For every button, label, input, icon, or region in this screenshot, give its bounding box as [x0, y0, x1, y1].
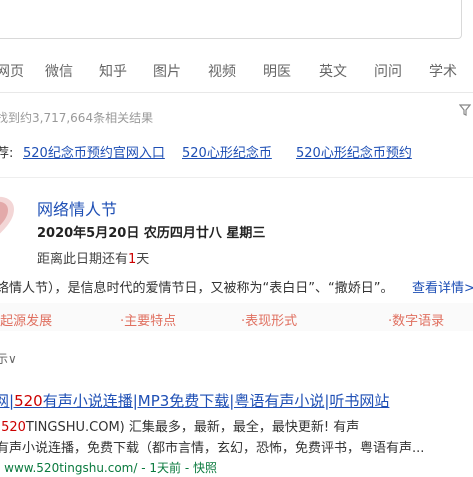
tab-web[interactable]: 网页	[0, 61, 24, 81]
card-title[interactable]: 网络情人节	[37, 196, 117, 220]
tag-forms-label: 表现形式	[245, 314, 298, 329]
tab-video[interactable]: 视频	[208, 61, 236, 81]
tag-origin[interactable]: ·起源发展	[0, 310, 52, 329]
result-snippet-line1: (520TINGSHU.COM) 汇集最多，最新，最全，最快更新! 有声	[0, 416, 359, 435]
related-link-2[interactable]: 520心形纪念币	[182, 142, 272, 161]
card-description: 络情人节），是信息时代的爱情节日，又被称为“表白日”、“撒娇日”。	[0, 281, 394, 296]
expand-toggle[interactable]: 示∨	[0, 350, 17, 367]
section-divider	[0, 177, 473, 178]
result-title-post: 有声小说连播|MP3免费下载|粤语有声小说|听书网站	[42, 392, 390, 410]
tab-mingyi[interactable]: 明医	[263, 61, 291, 81]
related-link-3[interactable]: 520心形纪念币预约	[296, 142, 412, 161]
tag-forms[interactable]: ·表现形式	[241, 310, 297, 329]
result-count: 找到约3,717,664条相关结果	[0, 111, 154, 125]
tag-quotes-label: 数字语录	[392, 314, 445, 329]
tab-wenwen[interactable]: 问问	[374, 61, 402, 81]
tab-images[interactable]: 图片	[153, 61, 181, 81]
related-link-1[interactable]: 520纪念币预约官网入口	[23, 142, 165, 161]
countdown-prefix: 距离此日期还有	[37, 252, 129, 267]
card-countdown: 距离此日期还有1天	[37, 248, 149, 267]
tab-academic[interactable]: 学术	[429, 61, 457, 81]
result-title-highlight: 520	[14, 392, 43, 410]
filter-icon[interactable]	[458, 104, 472, 120]
snippet-highlight: 520	[1, 420, 26, 435]
tab-weixin[interactable]: 微信	[45, 61, 73, 81]
search-nav-tabs: 网页 微信 知乎 图片 视频 明医 英文 问问 学术	[0, 61, 473, 83]
more-details-link[interactable]: 查看详情>	[412, 277, 473, 296]
tab-english[interactable]: 英文	[319, 61, 347, 81]
result-title-link[interactable]: 网|520有声小说连播|MP3免费下载|粤语有声小说|听书网站	[0, 390, 389, 411]
card-tags: ·起源发展 ·主要特点 ·表现形式 ·数字语录	[0, 303, 473, 331]
tag-features[interactable]: ·主要特点	[120, 310, 176, 329]
result-title-pre: 网|	[0, 392, 15, 410]
search-input[interactable]	[0, 0, 462, 39]
nav-divider	[0, 92, 473, 93]
card-date: 2020年5月20日 农历四月廿八 星期三	[37, 226, 266, 241]
tag-quotes[interactable]: ·数字语录	[388, 310, 444, 329]
countdown-suffix: 天	[136, 252, 150, 267]
result-snippet-line2: 有声小说连播，免费下载（都市言情，玄幻，恐怖，免费评书，粤语有声...	[0, 441, 425, 456]
tab-zhihu[interactable]: 知乎	[99, 61, 127, 81]
result-url[interactable]: - www.520tingshu.com/ - 1天前 - 快照	[0, 459, 217, 476]
tag-features-label: 主要特点	[124, 314, 177, 329]
tag-origin-label: 起源发展	[0, 314, 53, 329]
heart-image	[0, 196, 14, 234]
snippet-post: TINGSHU.COM) 汇集最多，最新，最全，最快更新! 有声	[25, 420, 360, 435]
related-prefix: 荐:	[0, 146, 14, 161]
